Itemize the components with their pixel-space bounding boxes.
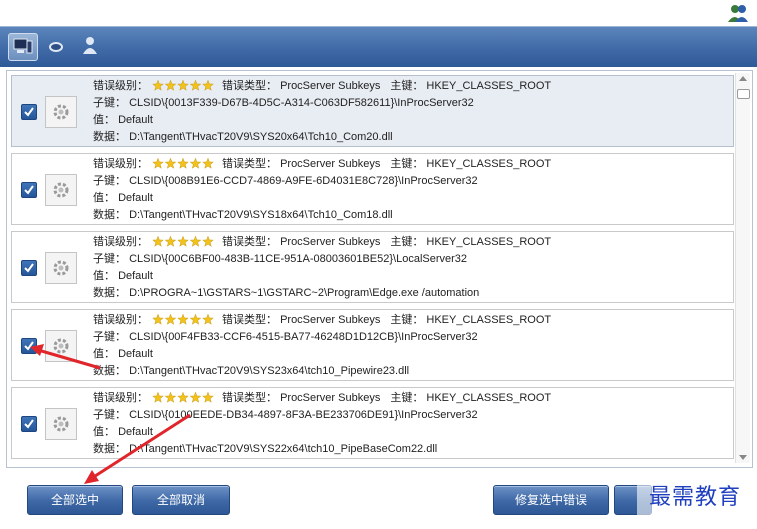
- list-item[interactable]: 错误级别： 错误类型： ProcServer Subkeys 主键： HKEY_CL…: [11, 387, 734, 459]
- toolbar-button-mouse[interactable]: [42, 33, 70, 59]
- key-label: 主键：: [390, 314, 424, 326]
- data-value: D:\Tangent\THvacT20V9\SYS22x64\tch10_Pip…: [129, 443, 438, 455]
- level-label: 错误级别：: [93, 158, 148, 170]
- subkey-value: CLSID\{008B91E6-CCD7-4869-A9FE-6D4031E8C…: [129, 175, 478, 187]
- type-label: 错误类型：: [222, 80, 277, 92]
- value-label: 值：: [93, 192, 115, 204]
- value-value: Default: [118, 192, 153, 204]
- key-value: HKEY_CLASSES_ROOT: [426, 80, 552, 92]
- scrollbar[interactable]: [735, 73, 750, 463]
- gear-file-icon: [45, 252, 77, 284]
- type-label: 错误类型：: [222, 158, 277, 170]
- item-checkbox[interactable]: [21, 338, 37, 354]
- subkey-value: CLSID\{00C6BF00-483B-11CE-951A-08003601B…: [129, 253, 468, 265]
- key-value: HKEY_CLASSES_ROOT: [426, 236, 552, 248]
- type-label: 错误类型：: [222, 314, 277, 326]
- toolbar-button-user[interactable]: [76, 33, 104, 59]
- user-group-icon[interactable]: [727, 3, 749, 23]
- data-label: 数据：: [93, 131, 126, 143]
- list-item[interactable]: 错误级别： 错误类型： ProcServer Subkeys 主键： HKEY_CL…: [11, 309, 734, 381]
- title-bar: [0, 0, 757, 26]
- subkey-label: 子键：: [93, 331, 126, 343]
- person-icon: [83, 37, 97, 54]
- list-item[interactable]: 错误级别： 错误类型： ProcServer Subkeys 主键： HKEY_CL…: [11, 75, 734, 147]
- arrow-head-select-all: [84, 470, 99, 484]
- data-label: 数据：: [93, 443, 126, 455]
- data-value: D:\Tangent\THvacT20V9\SYS20x64\Tch10_Com…: [129, 131, 393, 143]
- value-value: Default: [118, 426, 153, 438]
- error-type-value: ProcServer Subkeys: [280, 392, 381, 404]
- key-label: 主键：: [390, 158, 424, 170]
- gear-file-icon: [45, 330, 77, 362]
- data-label: 数据：: [93, 365, 126, 377]
- select-all-button[interactable]: 全部选中: [27, 485, 123, 515]
- check-icon: [24, 341, 34, 351]
- level-label: 错误级别：: [93, 80, 148, 92]
- watermark: 最需教育: [637, 481, 753, 515]
- item-checkbox[interactable]: [21, 260, 37, 276]
- item-checkbox[interactable]: [21, 416, 37, 432]
- subkey-label: 子键：: [93, 175, 126, 187]
- key-label: 主键：: [390, 80, 424, 92]
- gear-file-icon: [45, 96, 77, 128]
- list-item[interactable]: 错误级别： 错误类型： ProcServer Subkeys 主键： HKEY_CL…: [11, 153, 734, 225]
- check-icon: [24, 107, 34, 117]
- type-label: 错误类型：: [222, 236, 277, 248]
- type-label: 错误类型：: [222, 392, 277, 404]
- item-checkbox[interactable]: [21, 104, 37, 120]
- error-type-value: ProcServer Subkeys: [280, 158, 381, 170]
- gear-file-icon: [45, 408, 77, 440]
- level-label: 错误级别：: [93, 314, 148, 326]
- fix-selected-button[interactable]: 修复选中错误: [493, 485, 609, 515]
- scroll-up-icon[interactable]: [739, 76, 747, 81]
- value-label: 值：: [93, 270, 115, 282]
- value-label: 值：: [93, 426, 115, 438]
- data-value: D:\Tangent\THvacT20V9\SYS18x64\Tch10_Com…: [129, 209, 393, 221]
- scroll-thumb[interactable]: [737, 89, 750, 99]
- mouse-icon: [49, 42, 63, 52]
- data-value: D:\Tangent\THvacT20V9\SYS23x64\tch10_Pip…: [129, 365, 410, 377]
- value-label: 值：: [93, 348, 115, 360]
- toolbar: [0, 26, 757, 67]
- computer-icon: [13, 38, 33, 54]
- error-type-value: ProcServer Subkeys: [280, 314, 381, 326]
- scroll-down-icon[interactable]: [739, 455, 747, 460]
- error-type-value: ProcServer Subkeys: [280, 236, 381, 248]
- gear-file-icon: [45, 174, 77, 206]
- key-value: HKEY_CLASSES_ROOT: [426, 392, 552, 404]
- toolbar-button-registry[interactable]: [8, 33, 38, 61]
- subkey-label: 子键：: [93, 253, 126, 265]
- subkey-value: CLSID\{0100EEDE-DB34-4897-8F3A-BE233706D…: [129, 409, 478, 421]
- error-type-value: ProcServer Subkeys: [280, 80, 381, 92]
- data-label: 数据：: [93, 287, 126, 299]
- value-value: Default: [118, 270, 153, 282]
- subkey-value: CLSID\{00F4FB33-CCF6-4515-BA77-46248D1D1…: [129, 331, 478, 343]
- value-value: Default: [118, 348, 153, 360]
- key-value: HKEY_CLASSES_ROOT: [426, 158, 552, 170]
- check-icon: [24, 185, 34, 195]
- value-label: 值：: [93, 114, 115, 126]
- level-label: 错误级别：: [93, 392, 148, 404]
- severity-stars-icon: [152, 236, 214, 247]
- key-value: HKEY_CLASSES_ROOT: [426, 314, 552, 326]
- error-list[interactable]: 错误级别： 错误类型： ProcServer Subkeys 主键： HKEY_CL…: [6, 70, 753, 468]
- subkey-label: 子键：: [93, 97, 126, 109]
- severity-stars-icon: [152, 392, 214, 403]
- check-icon: [24, 263, 34, 273]
- key-label: 主键：: [390, 392, 424, 404]
- data-label: 数据：: [93, 209, 126, 221]
- level-label: 错误级别：: [93, 236, 148, 248]
- severity-stars-icon: [152, 80, 214, 91]
- severity-stars-icon: [152, 314, 214, 325]
- subkey-label: 子键：: [93, 409, 126, 421]
- check-icon: [24, 419, 34, 429]
- severity-stars-icon: [152, 158, 214, 169]
- value-value: Default: [118, 114, 153, 126]
- data-value: D:\PROGRA~1\GSTARS~1\GSTARC~2\Program\Ed…: [129, 287, 480, 299]
- item-checkbox[interactable]: [21, 182, 37, 198]
- subkey-value: CLSID\{0013F339-D67B-4D5C-A314-C063DF582…: [129, 97, 474, 109]
- deselect-all-button[interactable]: 全部取消: [132, 485, 230, 515]
- key-label: 主键：: [390, 236, 424, 248]
- list-item[interactable]: 错误级别： 错误类型： ProcServer Subkeys 主键： HKEY_CL…: [11, 231, 734, 303]
